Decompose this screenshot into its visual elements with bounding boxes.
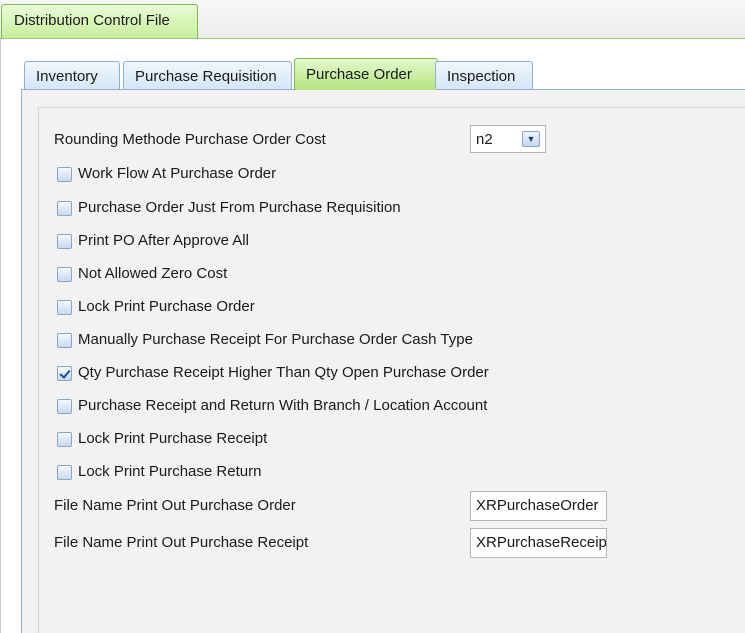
- checkbox-icon[interactable]: [57, 332, 72, 348]
- option-label: Print PO After Approve All: [78, 232, 249, 249]
- checkbox-checked-icon[interactable]: [57, 365, 72, 381]
- option-label: Lock Print Purchase Order: [78, 298, 255, 315]
- option-work-flow-at-purchase-order[interactable]: Work Flow At Purchase Order: [57, 162, 276, 186]
- option-receipt-return-branch-location[interactable]: Purchase Receipt and Return With Branch …: [57, 394, 487, 418]
- option-lock-print-purchase-return[interactable]: Lock Print Purchase Return: [57, 460, 261, 484]
- option-label: Work Flow At Purchase Order: [78, 165, 277, 182]
- option-label: Not Allowed Zero Cost: [78, 265, 228, 282]
- tab-inspection[interactable]: Inspection: [435, 61, 533, 89]
- rounding-method-value: n2: [476, 131, 493, 148]
- checkbox-icon[interactable]: [57, 166, 72, 182]
- checkbox-icon[interactable]: [57, 266, 72, 282]
- file-name-receipt-label: File Name Print Out Purchase Receipt: [54, 534, 309, 551]
- option-label: Purchase Order Just From Purchase Requis…: [78, 199, 401, 216]
- checkbox-icon[interactable]: [57, 233, 72, 249]
- option-label: Manually Purchase Receipt For Purchase O…: [78, 331, 473, 348]
- option-not-allowed-zero-cost[interactable]: Not Allowed Zero Cost: [57, 262, 227, 286]
- option-qty-receipt-higher-than-open[interactable]: Qty Purchase Receipt Higher Than Qty Ope…: [57, 361, 489, 385]
- option-lock-print-purchase-receipt[interactable]: Lock Print Purchase Receipt: [57, 427, 267, 451]
- checkbox-icon[interactable]: [57, 464, 72, 480]
- option-po-just-from-requisition[interactable]: Purchase Order Just From Purchase Requis…: [57, 196, 401, 220]
- tab-inventory[interactable]: Inventory: [24, 61, 120, 89]
- file-name-receipt-input[interactable]: XRPurchaseReceipt: [470, 528, 607, 558]
- option-label: Lock Print Purchase Return: [78, 463, 262, 480]
- option-label: Purchase Receipt and Return With Branch …: [78, 397, 488, 414]
- checkbox-icon[interactable]: [57, 299, 72, 315]
- option-label: Lock Print Purchase Receipt: [78, 430, 268, 447]
- checkbox-icon[interactable]: [57, 431, 72, 447]
- tab-purchase-order[interactable]: Purchase Order: [294, 58, 438, 90]
- option-print-po-after-approve-all[interactable]: Print PO After Approve All: [57, 229, 249, 253]
- file-name-po-label: File Name Print Out Purchase Order: [54, 497, 296, 514]
- option-manual-receipt-cash-type[interactable]: Manually Purchase Receipt For Purchase O…: [57, 328, 473, 352]
- rounding-method-select[interactable]: n2 ▼: [470, 125, 546, 153]
- rounding-method-label: Rounding Methode Purchase Order Cost: [54, 131, 326, 148]
- option-label: Qty Purchase Receipt Higher Than Qty Ope…: [78, 364, 489, 381]
- checkbox-icon[interactable]: [57, 200, 72, 216]
- chevron-down-icon[interactable]: ▼: [522, 131, 540, 147]
- tab-purchase-requisition[interactable]: Purchase Requisition: [123, 61, 292, 89]
- option-lock-print-purchase-order[interactable]: Lock Print Purchase Order: [57, 295, 255, 319]
- document-tab-distribution-control-file[interactable]: Distribution Control File: [1, 4, 198, 38]
- checkbox-icon[interactable]: [57, 398, 72, 414]
- file-name-po-input[interactable]: XRPurchaseOrder: [470, 491, 607, 521]
